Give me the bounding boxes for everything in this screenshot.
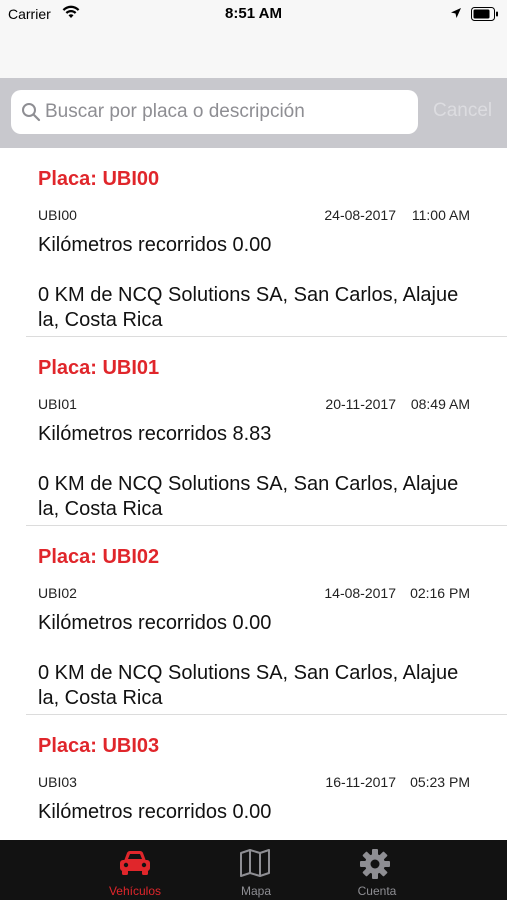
- vehicle-list[interactable]: Placa: UBI00 UBI00 24-08-2017 11:00 AM K…: [0, 148, 507, 840]
- map-icon: [238, 848, 272, 883]
- search-field[interactable]: [11, 90, 418, 134]
- search-input[interactable]: [45, 96, 405, 128]
- location-arrow-icon: [450, 6, 462, 24]
- vehicle-km: Kilómetros recorridos 0.00: [38, 234, 272, 256]
- status-time: 8:51 AM: [225, 5, 282, 22]
- tab-bar: Vehículos Mapa Cuenta: [0, 840, 507, 900]
- vehicle-address-line1: 0 KM de NCQ Solutions SA, San Carlos, Al…: [38, 284, 459, 306]
- vehicle-address-line1: 0 KM de NCQ Solutions SA, San Carlos, Al…: [38, 473, 459, 495]
- search-bar: Cancel: [0, 78, 507, 148]
- list-item[interactable]: Placa: UBI03 UBI03 16-11-2017 05:23 PM K…: [26, 715, 507, 840]
- vehicle-address: 0 KM de NCQ Solutions SA, San Carlos, Al…: [38, 283, 478, 333]
- vehicle-address: 0 KM de NCQ Solutions SA, San Carlos, Al…: [38, 661, 478, 711]
- status-bar: Carrier 8:51 AM: [0, 0, 507, 28]
- tab-vehiculos[interactable]: Vehículos: [75, 840, 195, 900]
- vehicle-address-line2: la, Costa Rica: [38, 687, 163, 709]
- vehicle-plate-title: Placa: UBI00: [38, 168, 160, 190]
- vehicle-time: 05:23 PM: [410, 774, 470, 790]
- list-item[interactable]: Placa: UBI01 UBI01 20-11-2017 08:49 AM K…: [26, 337, 507, 526]
- car-icon: [117, 848, 153, 883]
- vehicle-code: UBI02: [38, 585, 77, 601]
- vehicle-km: Kilómetros recorridos 8.83: [38, 423, 272, 445]
- vehicle-time: 02:16 PM: [410, 585, 470, 601]
- navigation-bar: [0, 28, 507, 78]
- battery-icon: [471, 7, 499, 26]
- vehicle-date: 24-08-2017: [324, 207, 396, 223]
- vehicle-code: UBI03: [38, 774, 77, 790]
- cancel-button[interactable]: Cancel: [433, 100, 492, 122]
- vehicle-km: Kilómetros recorridos 0.00: [38, 612, 272, 634]
- vehicle-address-line2: la, Costa Rica: [38, 498, 163, 520]
- vehicle-plate-title: Placa: UBI02: [38, 546, 160, 568]
- list-item[interactable]: Placa: UBI02 UBI02 14-08-2017 02:16 PM K…: [26, 526, 507, 715]
- vehicle-code: UBI00: [38, 207, 77, 223]
- tab-cuenta[interactable]: Cuenta: [317, 840, 437, 900]
- tab-label: Cuenta: [357, 884, 397, 898]
- list-item[interactable]: Placa: UBI00 UBI00 24-08-2017 11:00 AM K…: [26, 148, 507, 337]
- vehicle-address: 0 KM de NCQ Solutions SA, San Carlos, Al…: [38, 472, 478, 522]
- vehicle-time: 08:49 AM: [410, 396, 470, 412]
- search-icon: [21, 102, 41, 127]
- vehicle-address-line1: 0 KM de NCQ Solutions SA, San Carlos, Al…: [38, 662, 459, 684]
- tab-label: Mapa: [240, 884, 272, 898]
- vehicle-plate-title: Placa: UBI01: [38, 357, 160, 379]
- tab-label: Vehículos: [108, 884, 162, 898]
- gear-icon: [359, 848, 391, 885]
- tab-mapa[interactable]: Mapa: [196, 840, 316, 900]
- vehicle-km: Kilómetros recorridos 0.00: [38, 801, 272, 823]
- vehicle-plate-title: Placa: UBI03: [38, 735, 160, 757]
- vehicle-date: 14-08-2017: [324, 585, 396, 601]
- vehicle-code: UBI01: [38, 396, 77, 412]
- vehicle-date: 16-11-2017: [325, 774, 396, 790]
- vehicle-address-line2: la, Costa Rica: [38, 309, 163, 331]
- vehicle-time: 11:00 AM: [411, 207, 470, 223]
- vehicle-date: 20-11-2017: [325, 396, 396, 412]
